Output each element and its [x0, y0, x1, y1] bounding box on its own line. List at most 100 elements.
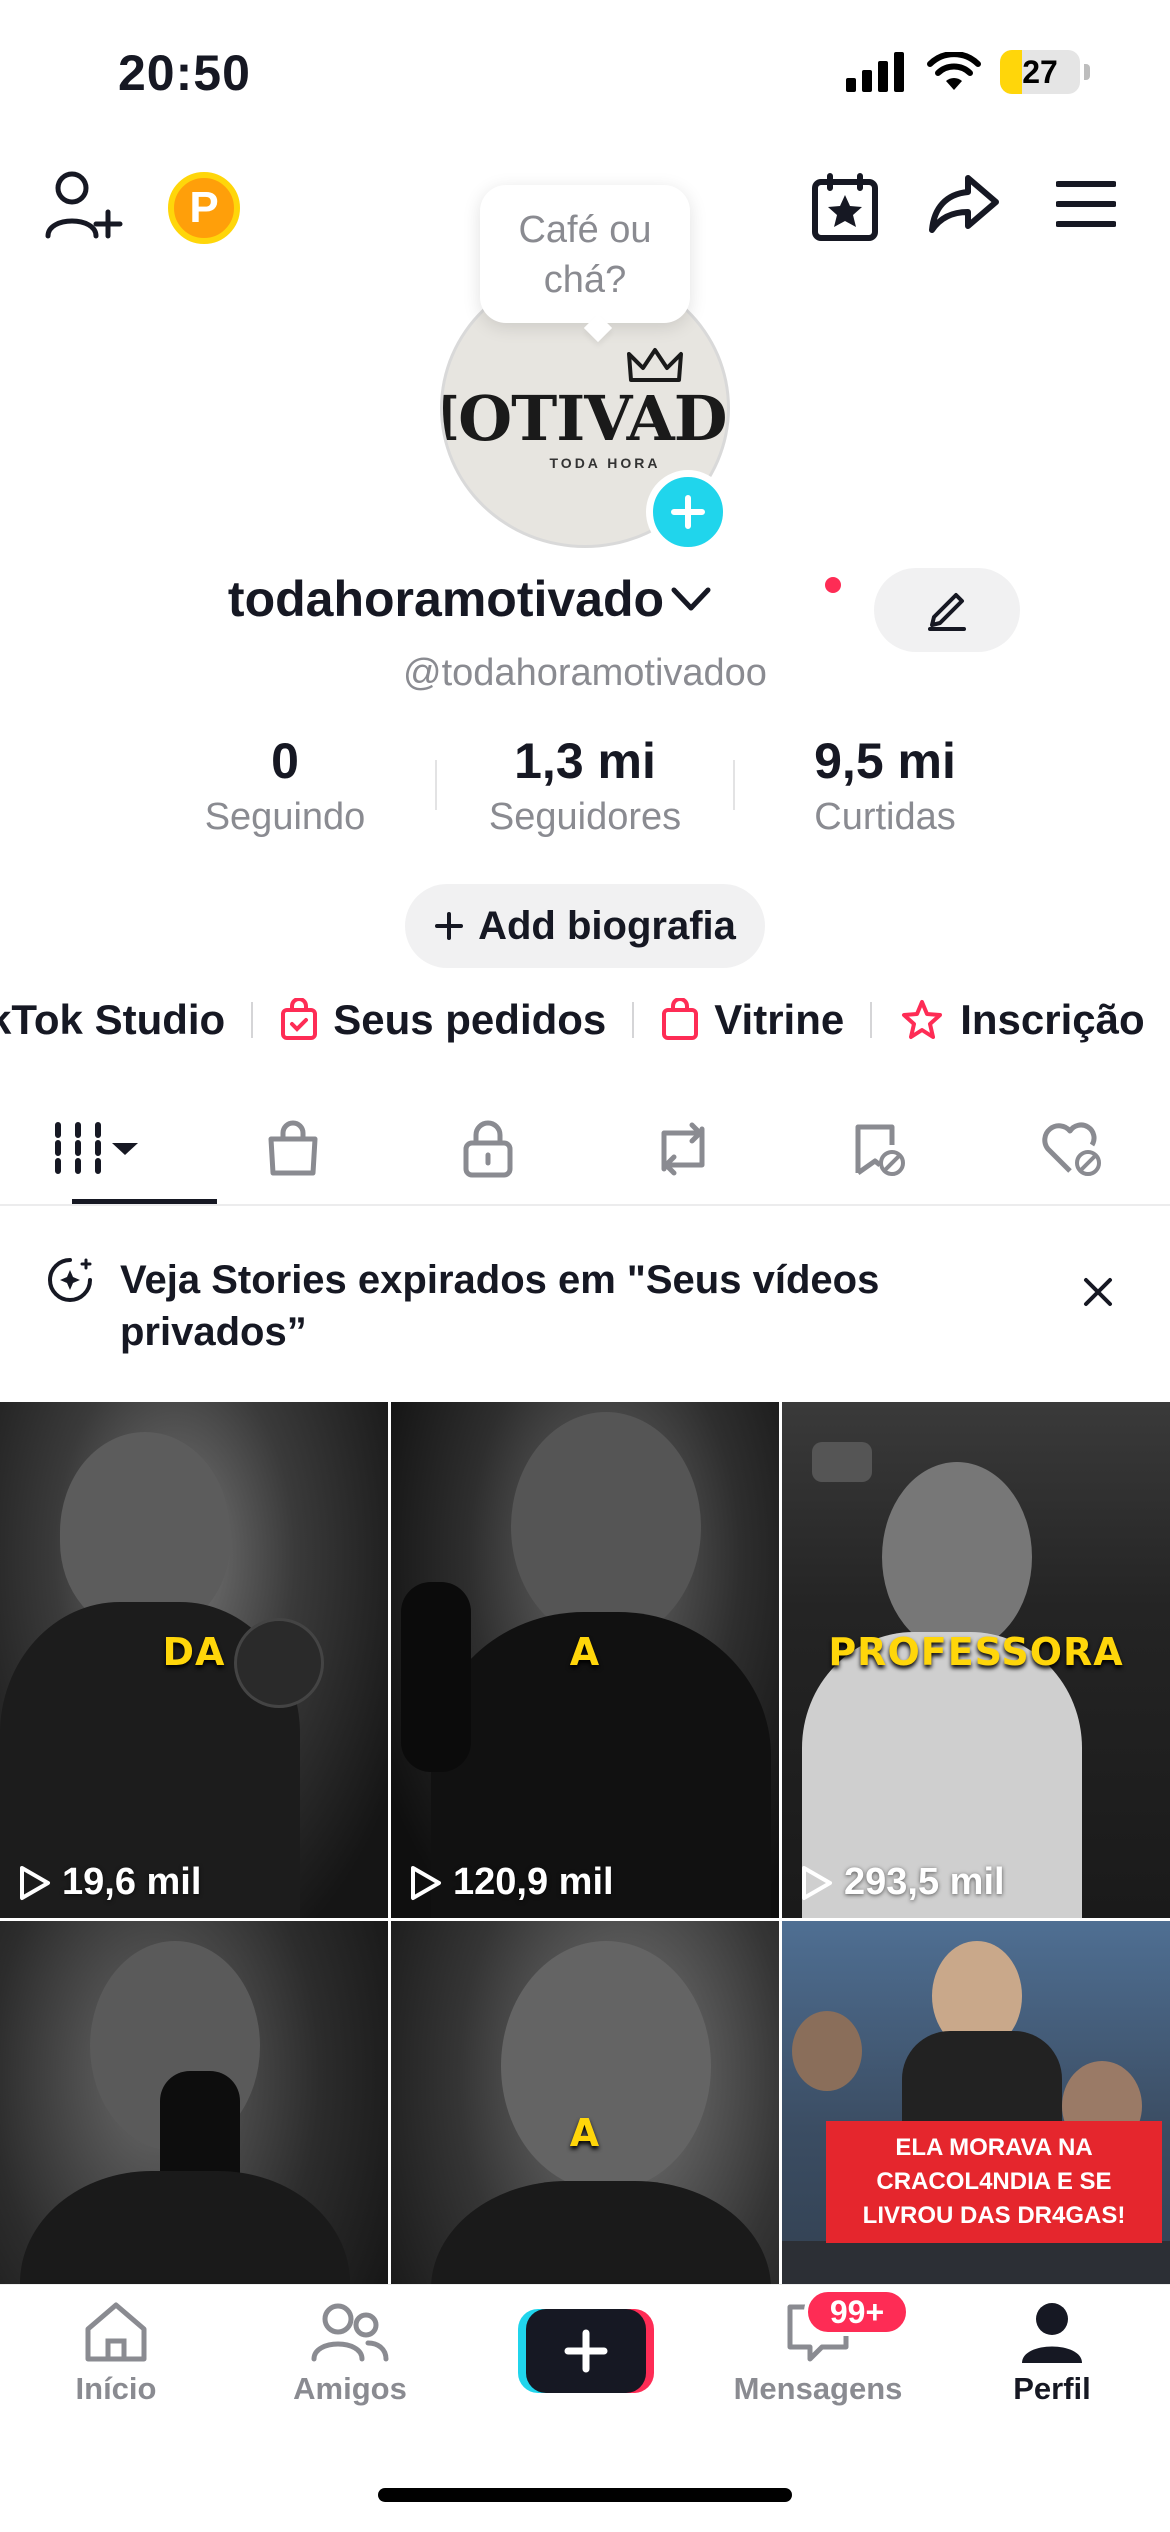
shortcut-chips: kTok Studio Seus pedidos Vitrine Inscriç… — [0, 988, 1170, 1052]
video-thumbnail[interactable]: PROFESSORA 293,5 mil — [782, 1402, 1170, 1918]
chip-label: Seus pedidos — [333, 996, 607, 1043]
repost-icon — [661, 1122, 704, 1176]
close-banner-button[interactable] — [1078, 1272, 1118, 1317]
tab-shop[interactable] — [195, 1094, 390, 1204]
shopping-bag-check-icon — [281, 998, 318, 1040]
nav-label: Início — [75, 2371, 157, 2406]
status-icons: 27 — [846, 50, 1090, 94]
messages-badge: 99+ — [804, 2288, 910, 2336]
share-profile-button[interactable] — [928, 172, 1000, 236]
star-badge-icon — [902, 1000, 943, 1039]
battery-level: 27 — [1022, 53, 1058, 90]
add-friend-button[interactable] — [44, 168, 124, 244]
plus-icon — [435, 912, 464, 940]
video-caption: PROFESSORA — [828, 1630, 1124, 1674]
cellular-signal-icon — [846, 52, 904, 92]
nav-label: Amigos — [293, 2371, 407, 2406]
profile-tabs — [0, 1094, 1170, 1204]
nav-profile[interactable]: Perfil — [962, 2299, 1142, 2407]
stat-label: Seguindo — [204, 796, 366, 838]
notification-dot — [822, 574, 844, 596]
video-view-count: 19,6 mil — [16, 1861, 201, 1904]
nav-home[interactable]: Início — [26, 2299, 206, 2407]
tab-reposts[interactable] — [585, 1094, 780, 1204]
stat-value: 9,5 mi — [814, 733, 956, 789]
tab-favorites[interactable] — [780, 1094, 975, 1204]
video-grid: DA 19,6 mil A 120,9 mil PROFESSORA 293,5… — [0, 1402, 1170, 2437]
sparkle-circle-icon — [48, 1258, 92, 1302]
stories-banner-text: Veja Stories expirados em "Seus vídeos p… — [120, 1258, 880, 1354]
edit-profile-button[interactable] — [874, 568, 1020, 652]
tab-private[interactable] — [390, 1094, 585, 1204]
video-view-count: 120,9 mil — [407, 1861, 614, 1904]
chip-tiktok-studio[interactable]: kTok Studio — [0, 996, 251, 1044]
stat-followers[interactable]: 1,3 mi Seguidores — [435, 732, 735, 839]
status-time: 20:50 — [118, 45, 251, 101]
chip-orders[interactable]: Seus pedidos — [253, 996, 632, 1044]
video-views: 19,6 mil — [62, 1861, 202, 1903]
pencil-icon — [928, 593, 966, 631]
add-user-icon — [45, 171, 123, 239]
chip-subscription[interactable]: Inscrição — [872, 996, 1170, 1044]
coins-button[interactable]: P — [168, 172, 240, 244]
calendar-star-icon — [812, 173, 878, 241]
stat-following[interactable]: 0 Seguindo — [135, 732, 435, 839]
video-view-count: 293,5 mil — [798, 1861, 1005, 1904]
home-indicator[interactable] — [378, 2488, 792, 2502]
video-thumbnail[interactable]: DA 19,6 mil — [0, 1402, 388, 1918]
chip-label: Inscrição — [960, 996, 1145, 1043]
stories-banner-icon-wrap — [46, 1256, 94, 1309]
wifi-icon — [927, 52, 981, 90]
create-plus-icon — [518, 2309, 654, 2393]
play-icon — [802, 1865, 832, 1900]
video-caption: A — [569, 2111, 601, 2155]
display-name: todahoramotivado — [227, 571, 665, 627]
chip-showcase[interactable]: Vitrine — [634, 996, 870, 1044]
stat-likes[interactable]: 9,5 mi Curtidas — [735, 732, 1035, 839]
hamburger-icon — [1056, 181, 1116, 227]
note-bubble-text: Café ou chá? — [518, 209, 652, 301]
video-views: 293,5 mil — [844, 1861, 1005, 1903]
friends-icon — [311, 2303, 389, 2362]
chip-label: kTok Studio — [0, 996, 226, 1043]
nav-friends[interactable]: Amigos — [260, 2299, 440, 2407]
nav-label: Mensagens — [733, 2371, 903, 2406]
play-icon — [20, 1865, 50, 1900]
heart-hidden-icon — [1041, 1122, 1101, 1176]
crown-icon — [627, 347, 683, 382]
video-caption: A — [569, 1630, 601, 1674]
shopping-bag-icon — [662, 998, 699, 1040]
battery-tip — [1084, 64, 1090, 80]
stat-value: 0 — [271, 733, 299, 789]
video-caption: DA — [162, 1630, 226, 1674]
video-caption-banner: ELA MORAVA NA CRACOL4NDIA E SE LIVROU DA… — [826, 2121, 1162, 2243]
note-bubble[interactable]: Café ou chá? — [480, 185, 690, 323]
battery-indicator: 27 — [1000, 50, 1080, 94]
nav-label: Perfil — [1013, 2371, 1091, 2406]
tab-liked[interactable] — [975, 1094, 1170, 1204]
bookmark-hidden-icon — [855, 1124, 905, 1176]
profile-handle: @todahoramotivadoo — [403, 652, 767, 694]
tab-videos[interactable] — [0, 1094, 217, 1204]
video-views: 120,9 mil — [453, 1861, 614, 1903]
chip-label: Vitrine — [714, 996, 845, 1043]
play-icon — [411, 1865, 441, 1900]
add-bio-label: Add biografia — [478, 903, 736, 948]
add-story-button[interactable] — [646, 470, 730, 554]
share-arrow-icon — [929, 175, 999, 233]
video-thumbnail[interactable]: A 120,9 mil — [391, 1402, 779, 1918]
events-button[interactable] — [810, 172, 880, 242]
menu-button[interactable] — [1056, 180, 1116, 228]
create-button[interactable] — [518, 2309, 654, 2393]
profile-stats: 0 Seguindo 1,3 mi Seguidores 9,5 mi Curt… — [0, 732, 1170, 839]
plus-icon — [671, 495, 705, 529]
shopping-bag-icon — [268, 1120, 317, 1176]
avatar-logo-subtext: TODA HORA — [549, 454, 661, 471]
stat-divider — [435, 760, 437, 810]
stat-label: Seguidores — [488, 796, 682, 838]
avatar-logo-text: MOTIVADO — [443, 381, 727, 455]
grid-bars-icon — [54, 1122, 138, 1176]
close-icon — [1084, 1278, 1112, 1306]
lock-icon — [463, 1120, 512, 1178]
add-bio-button[interactable]: Add biografia — [405, 884, 765, 968]
